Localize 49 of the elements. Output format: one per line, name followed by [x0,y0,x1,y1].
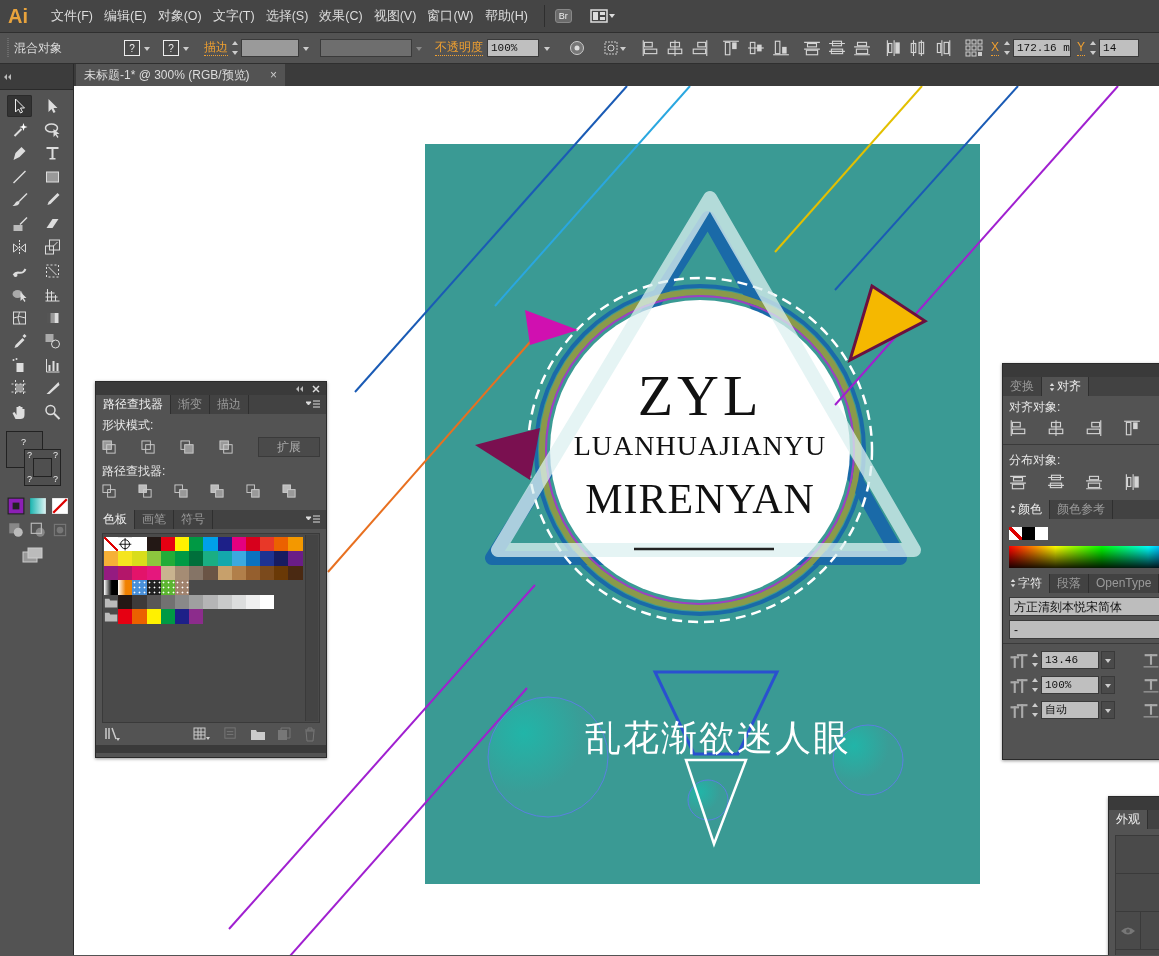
y-field[interactable]: 14 [1099,39,1140,57]
stroke-question-mark: ? [27,449,32,460]
close-button[interactable]: × [268,67,279,83]
artwork-title: ZYL [637,363,763,428]
stroke-swatch[interactable]: ? [163,40,179,56]
artwork-slogan: 乱花渐欲迷人眼 [585,717,851,758]
font-style-field[interactable]: - [1009,619,1159,639]
font-family-field[interactable]: 方正清刻本悦宋简体 [1009,596,1159,616]
section-label: 形状模式: [101,417,155,434]
panel-tab[interactable]: 外观 [1109,810,1148,829]
menu-item[interactable]: 效果(C) [314,6,368,26]
font-size-field[interactable]: 13.46 [1041,651,1099,670]
panel-tab[interactable]: 路径查找器 [96,395,171,414]
menu-item[interactable]: 窗口(W) [422,6,479,26]
menu-item[interactable]: 选择(S) [260,6,314,26]
x-field[interactable]: 172.16 m [1013,39,1071,57]
artwork-name: MIRENYAN [585,476,815,522]
section-label: 路径查找器: [101,463,167,481]
fill-swatch[interactable]: ? [124,40,140,56]
expand-button[interactable]: 扩展 [258,437,320,458]
menu-item[interactable]: 编辑(E) [98,6,152,26]
stroke-question-mark: ? [27,473,32,484]
y-label[interactable]: Y [1077,40,1086,56]
bridge-button[interactable]: Br [554,8,572,24]
fill-question-mark: ? [21,436,26,447]
stroke-label[interactable]: 描边 [204,40,228,56]
section-label: 对齐对象: [1008,399,1062,416]
panel-tab[interactable]: 色板 [96,509,135,529]
stroke-question-mark: ? [53,449,58,460]
tab-title: 未标题-1* @ 300% (RGB/预览) [84,67,250,83]
tracking-field[interactable]: 自动 [1041,701,1099,720]
menu-item[interactable]: 对象(O) [152,6,207,26]
x-label[interactable]: X [991,40,999,56]
panel-tab[interactable]: 字符 [1003,573,1050,593]
section-label: 分布对象: [1008,452,1062,470]
stroke-question-mark: ? [53,473,58,484]
opacity-field[interactable]: 100% [487,39,539,57]
panel-tab[interactable]: 对齐 [1042,377,1089,396]
menu-item[interactable]: 文件(F) [46,6,98,26]
artwork-subtitle: LUANHUAJIANYU [573,430,827,461]
vertical-scale-field[interactable]: 100% [1041,676,1099,695]
menu-item[interactable]: 文字(T) [207,6,260,26]
app-logo: Ai [8,4,29,28]
document-tab[interactable]: 未标题-1* @ 300% (RGB/预览) × [76,64,285,86]
object-type-label: 混合对象 [14,40,63,56]
panel-tab[interactable]: 颜色 [1003,499,1050,519]
menu-item[interactable]: 视图(V) [368,6,422,26]
opacity-label[interactable]: 不透明度 [435,40,483,56]
menu-item[interactable]: 帮助(H) [479,6,533,26]
